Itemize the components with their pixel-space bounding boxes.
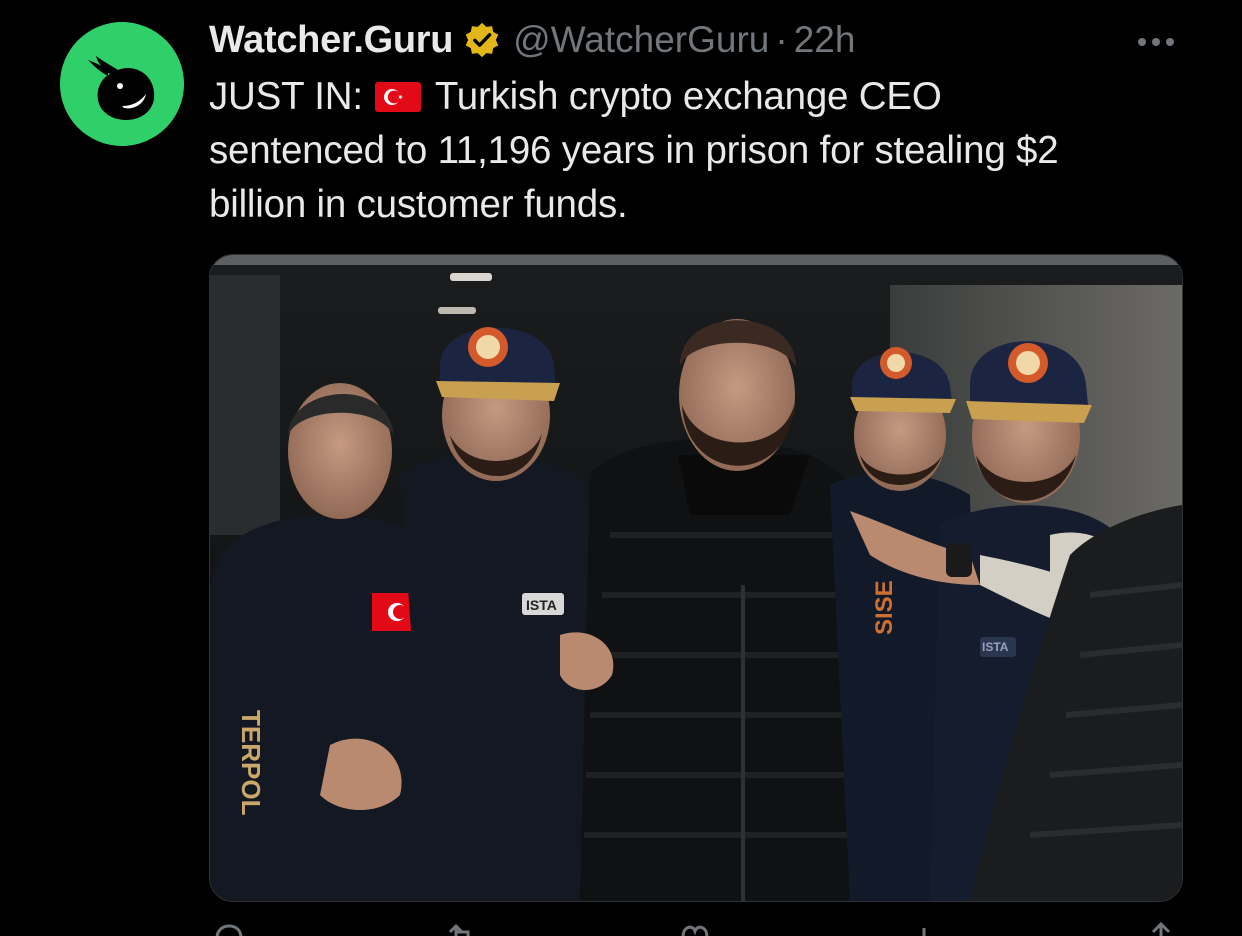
turkey-flag-icon	[374, 82, 421, 112]
jacket-text: SISE	[871, 580, 898, 635]
more-dot-icon	[1166, 38, 1174, 46]
more-dot-icon	[1138, 38, 1146, 46]
ceiling-light	[450, 273, 492, 281]
tweet[interactable]: Watcher.Guru @WatcherGuru · 22h JUST IN:	[0, 0, 1242, 936]
action-bar	[209, 918, 1181, 936]
more-options-button[interactable]	[1128, 24, 1184, 60]
verified-badge-icon[interactable]	[463, 21, 501, 59]
tweet-prefix: JUST IN:	[209, 75, 363, 118]
jacket-text: ISTA	[526, 597, 557, 613]
handle[interactable]: @WatcherGuru	[513, 19, 769, 61]
separator-dot: ·	[775, 19, 788, 60]
views-icon	[922, 928, 934, 936]
whale-logo-icon	[60, 22, 184, 146]
tweet-text-rest: Turkish crypto exchange CEO	[434, 75, 942, 118]
tweet-line: sentenced to 11,196 years in prison for …	[209, 129, 1059, 172]
tweet-line: JUST IN: Turkish crypto exchange CEO	[209, 70, 1199, 124]
ceiling-light	[438, 307, 476, 314]
jacket-text: TERPOL	[236, 710, 266, 816]
retweet-icon	[448, 923, 470, 936]
timestamp[interactable]: 22h	[794, 19, 856, 61]
tweet-line: billion in customer funds.	[209, 183, 628, 226]
doorway-left	[210, 275, 280, 535]
photo-scene: TERPOL ISTA SISE ISTA	[210, 255, 1182, 901]
tweet-text: JUST IN: Turkish crypto exchange CEO sen…	[209, 70, 1199, 232]
avatar[interactable]	[60, 22, 184, 146]
ceiling-strip	[210, 255, 1182, 265]
like-icon	[681, 925, 709, 936]
retweet-button[interactable]	[442, 918, 482, 936]
like-button[interactable]	[675, 918, 715, 936]
display-name[interactable]: Watcher.Guru	[209, 19, 453, 62]
tweet-photo[interactable]: TERPOL ISTA SISE ISTA	[209, 254, 1183, 902]
reply-button[interactable]	[209, 918, 249, 936]
share-button[interactable]	[1141, 918, 1181, 936]
views-button[interactable]	[908, 918, 948, 936]
reply-icon	[215, 924, 243, 936]
more-dot-icon	[1152, 38, 1160, 46]
share-icon	[1151, 921, 1171, 936]
tweet-header: Watcher.Guru @WatcherGuru · 22h	[209, 14, 855, 66]
jacket-text: ISTA	[982, 640, 1009, 654]
